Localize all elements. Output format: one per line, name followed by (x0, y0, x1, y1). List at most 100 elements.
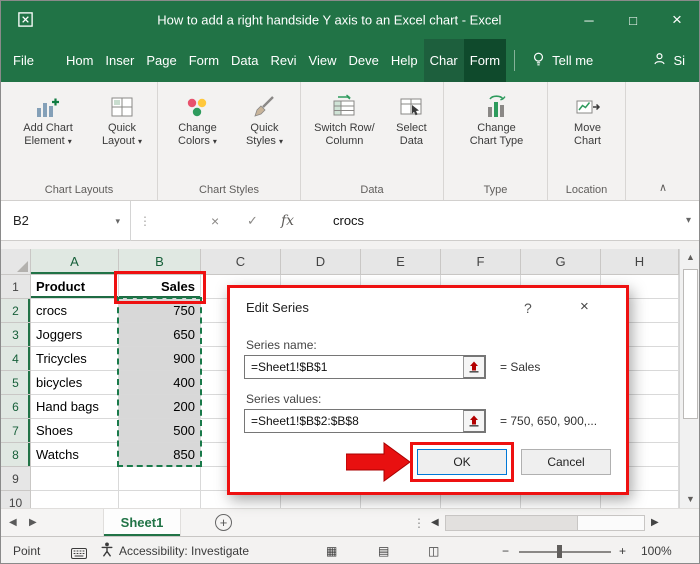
change-colors-button[interactable]: Change Colors ▾ (164, 88, 231, 148)
page-break-view-icon[interactable]: ◫ (428, 537, 439, 563)
zoom-level-label[interactable]: 100% (641, 537, 672, 563)
cell-B6[interactable]: 200 (119, 395, 201, 419)
cell-A1[interactable]: Product (31, 275, 119, 299)
scroll-down-icon[interactable]: ▼ (680, 494, 699, 504)
row-header-2[interactable]: 2 (1, 299, 31, 323)
confirm-entry-icon[interactable]: ✓ (247, 201, 258, 241)
collapse-dialog-button[interactable] (463, 356, 485, 378)
cell-A9[interactable] (31, 467, 119, 491)
maximize-button[interactable]: □ (611, 1, 655, 39)
move-chart-button[interactable]: Move Chart (555, 88, 621, 148)
tab-file[interactable]: File (1, 39, 46, 82)
cell-B1[interactable]: Sales (119, 275, 201, 299)
name-box[interactable]: B2 ▾ (1, 201, 131, 241)
row-header-8[interactable]: 8 (1, 443, 31, 467)
hscroll-right-icon[interactable]: ▶ (651, 509, 659, 537)
minimize-button[interactable]: ─ (567, 1, 611, 39)
cell-B4[interactable]: 900 (119, 347, 201, 371)
cell-A8[interactable]: Watchs (31, 443, 119, 467)
tell-me-button[interactable]: Tell me (523, 39, 601, 82)
ok-button[interactable]: OK (417, 449, 507, 475)
cancel-entry-icon[interactable]: × (211, 201, 219, 241)
column-header-G[interactable]: G (521, 249, 601, 275)
cell-B10[interactable] (119, 491, 201, 508)
close-button[interactable]: × (655, 1, 699, 39)
row-header-10[interactable]: 10 (1, 491, 31, 508)
cell-A10[interactable] (31, 491, 119, 508)
row-header-5[interactable]: 5 (1, 371, 31, 395)
formula-input[interactable]: crocs (333, 201, 364, 241)
column-header-C[interactable]: C (201, 249, 281, 275)
tab-review[interactable]: Revi (265, 39, 303, 82)
tab-home[interactable]: Hom (60, 39, 99, 82)
normal-view-icon[interactable]: ▦ (326, 537, 337, 563)
tab-page-layout[interactable]: Page (140, 39, 182, 82)
cell-A4[interactable]: Tricycles (31, 347, 119, 371)
cell-B7[interactable]: 500 (119, 419, 201, 443)
excel-app-icon[interactable] (17, 11, 34, 33)
change-chart-type-button[interactable]: Change Chart Type (453, 88, 541, 148)
tab-data[interactable]: Data (225, 39, 264, 82)
tab-formulas[interactable]: Form (183, 39, 225, 82)
select-all-corner[interactable] (1, 249, 31, 275)
collapse-ribbon-button[interactable]: ∧ (659, 181, 667, 194)
tab-view[interactable]: View (303, 39, 343, 82)
cell-B5[interactable]: 400 (119, 371, 201, 395)
cell-B8[interactable]: 850 (119, 443, 201, 467)
sheet-nav-right-icon[interactable]: ▶ (29, 509, 37, 537)
cell-A2[interactable]: crocs (31, 299, 119, 323)
row-header-9[interactable]: 9 (1, 467, 31, 491)
hscroll-left-icon[interactable]: ◀ (431, 509, 439, 537)
switch-row-column-button[interactable]: Switch Row/ Column (307, 88, 382, 148)
series-values-input[interactable] (244, 409, 486, 433)
row-header-4[interactable]: 4 (1, 347, 31, 371)
vertical-scrollbar[interactable]: ▲ ▼ (679, 249, 699, 508)
zoom-in-button[interactable]: + (619, 537, 626, 563)
sheet-nav-left-icon[interactable]: ◀ (9, 509, 17, 537)
vertical-scrollbar-thumb[interactable] (683, 269, 698, 419)
sheet-tab-sheet1[interactable]: Sheet1 (103, 509, 181, 537)
zoom-out-button[interactable]: − (502, 537, 509, 563)
column-header-A[interactable]: A (31, 249, 119, 275)
accessibility-checker-button[interactable]: Accessibility: Investigate (101, 537, 249, 563)
column-header-B[interactable]: B (119, 249, 201, 275)
row-header-7[interactable]: 7 (1, 419, 31, 443)
column-header-D[interactable]: D (281, 249, 361, 275)
tab-help[interactable]: Help (385, 39, 424, 82)
dialog-help-button[interactable]: ? (524, 300, 532, 316)
tab-format[interactable]: Form (463, 39, 507, 82)
tab-chart-design[interactable]: Char (423, 39, 464, 82)
row-header-3[interactable]: 3 (1, 323, 31, 347)
name-box-dropdown-icon[interactable]: ▾ (115, 201, 120, 241)
cancel-button[interactable]: Cancel (521, 449, 611, 475)
column-header-F[interactable]: F (441, 249, 521, 275)
insert-function-icon[interactable]: fx (281, 201, 294, 241)
select-data-button[interactable]: Select Data (384, 88, 439, 148)
formula-bar-handle-icon[interactable]: ⋮ (139, 201, 151, 241)
zoom-slider-thumb[interactable] (557, 545, 562, 558)
row-header-6[interactable]: 6 (1, 395, 31, 419)
column-header-H[interactable]: H (601, 249, 679, 275)
quick-styles-button[interactable]: Quick Styles ▾ (233, 88, 296, 148)
add-chart-element-button[interactable]: Add Chart Element ▾ (7, 88, 89, 148)
cell-B9[interactable] (119, 467, 201, 491)
share-button[interactable]: Si (652, 39, 699, 82)
series-name-input[interactable] (244, 355, 486, 379)
column-header-E[interactable]: E (361, 249, 441, 275)
cell-A7[interactable]: Shoes (31, 419, 119, 443)
quick-layout-button[interactable]: Quick Layout ▾ (91, 88, 153, 148)
cell-B2[interactable]: 750 (119, 299, 201, 323)
tab-bar-resize-handle[interactable]: ⋮ (413, 509, 425, 537)
cell-A5[interactable]: bicycles (31, 371, 119, 395)
scroll-up-icon[interactable]: ▲ (680, 252, 699, 262)
new-sheet-button[interactable]: + (215, 514, 232, 531)
keyboard-icon[interactable] (71, 546, 87, 563)
cell-B3[interactable]: 650 (119, 323, 201, 347)
expand-formula-bar-icon[interactable]: ▾ (686, 201, 691, 241)
collapse-dialog-button[interactable] (463, 410, 485, 432)
horizontal-scrollbar-thumb[interactable] (446, 516, 578, 530)
page-layout-view-icon[interactable]: ▤ (378, 537, 389, 563)
zoom-slider[interactable] (519, 551, 611, 553)
cell-A6[interactable]: Hand bags (31, 395, 119, 419)
row-header-1[interactable]: 1 (1, 275, 31, 299)
